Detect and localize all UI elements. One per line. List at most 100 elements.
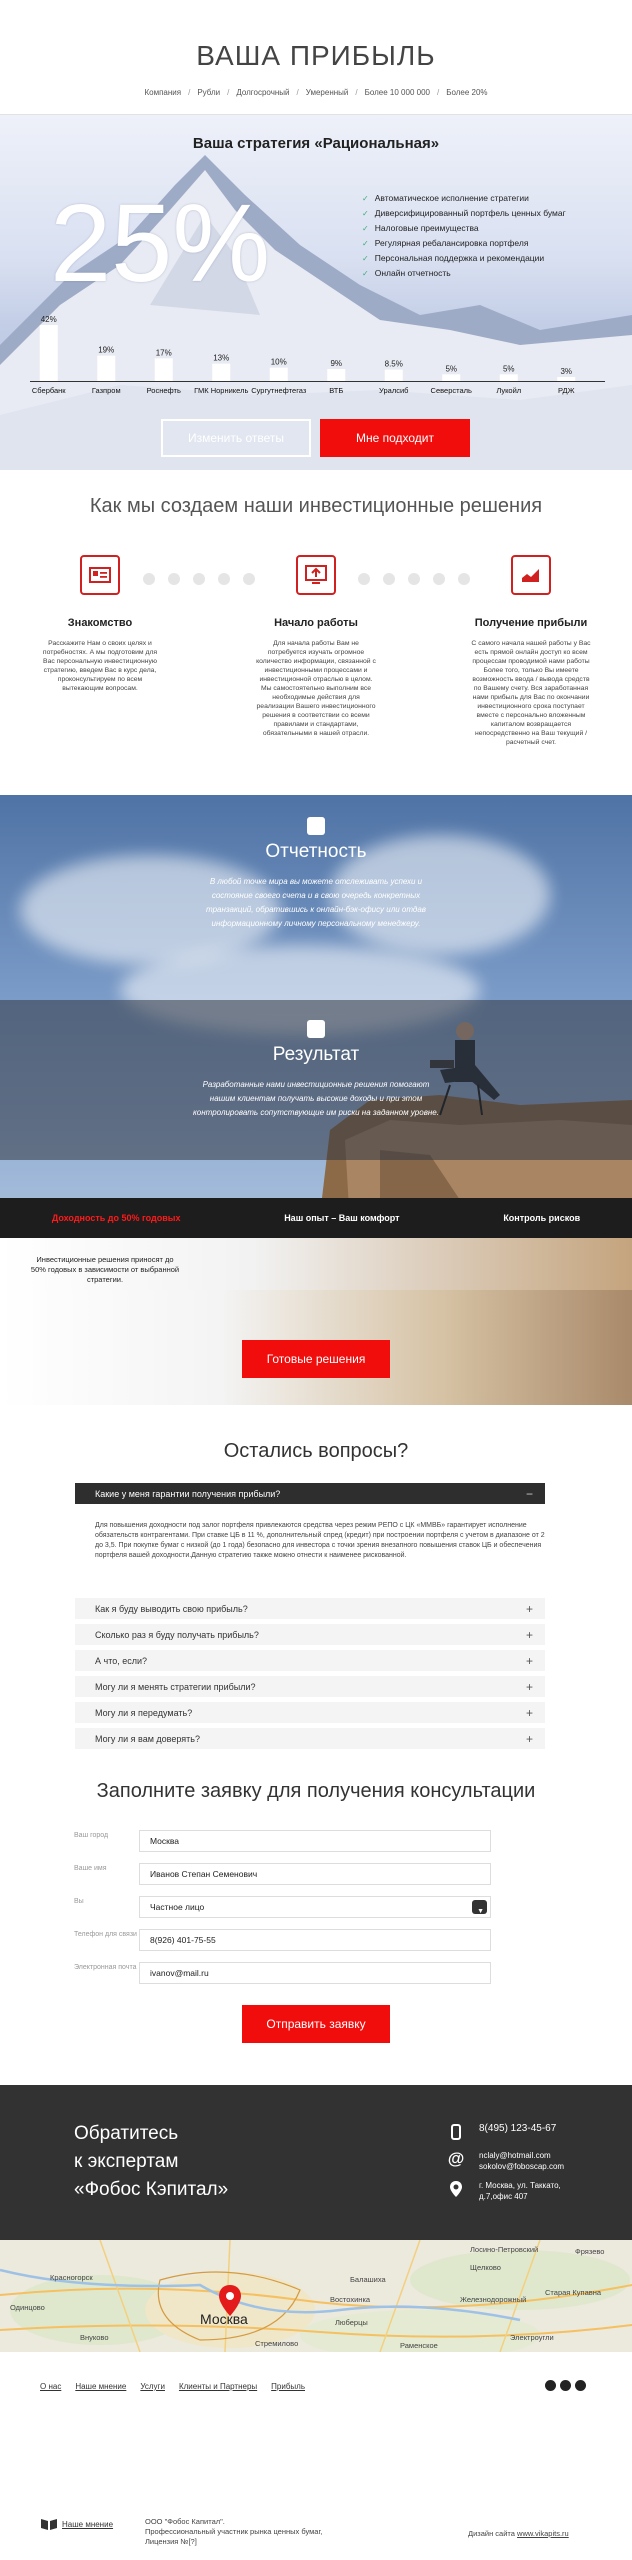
report-title: Отчетность	[265, 841, 367, 862]
vk-icon[interactable]	[575, 2380, 586, 2391]
legal-line: Профессиональный участник рынка ценных б…	[145, 2527, 323, 2536]
breadcrumb-item[interactable]: Умеренный	[306, 88, 349, 97]
developer-link[interactable]: www.vikapits.ru	[517, 2529, 569, 2538]
faq-question: Какие у меня гарантии получения прибыли?	[95, 1489, 281, 1499]
bar-value-label: 3%	[560, 367, 572, 376]
suits-me-button[interactable]: Мне подходит	[320, 419, 470, 457]
report-text: В любой точке мира вы можете отслеживать…	[206, 877, 426, 928]
footer-nav: О нас Наше мнение Услуги Клиенты и Партн…	[40, 2382, 305, 2391]
footer-link[interactable]: Наше мнение	[75, 2382, 126, 2391]
bar-value-label: 17%	[156, 348, 172, 357]
step-text: С самого начала нашей работы у Вас есть …	[471, 640, 591, 746]
map-label: Внуково	[80, 2333, 109, 2342]
faq-item[interactable]: Могу ли я менять стратегии прибыли? +	[75, 1676, 545, 1698]
phone-input[interactable]: 8(926) 401-75-55	[139, 1929, 491, 1951]
email-contact: @ nclaly@hotmail.com sokolov@foboscap.com	[447, 2149, 564, 2172]
form-row-city: Ваш город Москва	[74, 1830, 494, 1852]
footer-link[interactable]: Услуги	[140, 2382, 165, 2391]
step-profit: Получение прибыли С самого начала нашей …	[446, 555, 616, 747]
faq-item[interactable]: А что, если? +	[75, 1650, 545, 1672]
tab-risk-control[interactable]: Контроль рисков	[503, 1213, 580, 1223]
ready-solutions-section: Готовые решения	[0, 1290, 632, 1405]
phone-number[interactable]: 8(495) 123-45-67	[479, 2123, 556, 2134]
strategy-title: Ваша стратегия «Рациональная»	[192, 135, 440, 152]
chart-bar	[327, 369, 346, 381]
tab-description: Инвестиционные решения приносят до 50% г…	[30, 1255, 180, 1284]
address-line: д.7,офис 407	[479, 2192, 528, 2201]
step-title: Знакомство	[67, 617, 133, 629]
header: ВАША ПРИБЫЛЬ Компания / Рубли / Долгосрочн…	[0, 0, 632, 115]
client-type-select[interactable]: Частное лицо ▼	[139, 1896, 491, 1918]
footer-link[interactable]: Прибыль	[271, 2382, 305, 2391]
chart-axis	[30, 381, 605, 382]
footer-link[interactable]: Клиенты и Партнеры	[179, 2382, 257, 2391]
map[interactable]: Лосино-Петровский Щелково Фрязево Старая…	[0, 2240, 632, 2352]
phone-icon	[447, 2123, 465, 2141]
bar-value-label: 5%	[503, 364, 515, 373]
breadcrumb: Компания / Рубли / Долгосрочный / Умеренный…	[0, 88, 632, 97]
faq-item-open[interactable]: Какие у меня гарантии получения прибыли?…	[75, 1483, 545, 1505]
map-label: Люберцы	[335, 2318, 368, 2327]
plus-icon: +	[525, 1706, 533, 1720]
bar-value-label: 9%	[330, 359, 342, 368]
map-label: Фрязево	[575, 2247, 604, 2256]
book-icon	[41, 2519, 57, 2530]
consultation-form: Заполните заявку для получения консульта…	[0, 1760, 632, 2085]
footer-link[interactable]: О нас	[40, 2382, 61, 2391]
breadcrumb-item[interactable]: Рубли	[197, 88, 220, 97]
faq-item[interactable]: Могу ли я передумать? +	[75, 1702, 545, 1724]
map-canvas[interactable]: Лосино-Петровский Щелково Фрязево Старая…	[0, 2240, 632, 2352]
map-label: Щелково	[470, 2263, 501, 2272]
developer-prefix: Дизайн сайта	[468, 2529, 515, 2538]
separator: /	[355, 88, 358, 97]
submit-button[interactable]: Отправить заявку	[242, 2005, 390, 2043]
form-row-email: Электронная почта ivanov@mail.ru	[74, 1962, 494, 1984]
map-label: Раменское	[400, 2341, 438, 2350]
chart-bar	[212, 363, 231, 381]
document-icon	[307, 817, 325, 835]
email-input[interactable]: ivanov@mail.ru	[139, 1962, 491, 1984]
bar-category-label: Северсталь	[431, 386, 472, 395]
form-row-type: Вы Частное лицо ▼	[74, 1896, 494, 1918]
id-card-icon	[80, 555, 120, 595]
bar-value-label: 8.5%	[385, 360, 403, 369]
facebook-icon[interactable]	[545, 2380, 556, 2391]
how-we-create-section: Как мы создаем наши инвестиционные решен…	[0, 470, 632, 795]
address-contact: г. Москва, ул. Таккато, д.7,офис 407	[447, 2180, 561, 2202]
breadcrumb-item[interactable]: Более 20%	[446, 88, 487, 97]
faq-question: Могу ли я передумать?	[95, 1708, 193, 1718]
footer-logo[interactable]: Наше мнение	[40, 2517, 113, 2531]
footer: О нас Наше мнение Услуги Клиенты и Партн…	[0, 2352, 632, 2560]
logo-text: Наше мнение	[62, 2519, 114, 2529]
map-label: Одинцово	[10, 2303, 45, 2312]
breadcrumb-item[interactable]: Компания	[144, 88, 181, 97]
chart-bar	[154, 358, 173, 381]
name-input[interactable]: Иванов Степан Семенович	[139, 1863, 491, 1885]
faq-answer: Для повышения доходности под залог портф…	[95, 1522, 545, 1559]
chart-bar	[384, 369, 403, 381]
faq-item[interactable]: Могу ли я вам доверять? +	[75, 1728, 545, 1750]
plus-icon: +	[525, 1602, 533, 1616]
ready-solutions-button[interactable]: Готовые решения	[242, 1340, 390, 1378]
select-value: Частное лицо	[150, 1902, 205, 1912]
plus-icon: +	[525, 1732, 533, 1746]
breadcrumb-item[interactable]: Долгосрочный	[236, 88, 289, 97]
map-label: Востохинка	[330, 2295, 371, 2304]
email-link[interactable]: nclaly@hotmail.com	[479, 2151, 551, 2160]
hero-section: Ваша стратегия «Рациональная» 25% Автома…	[0, 115, 632, 470]
email-link[interactable]: sokolov@foboscap.com	[479, 2162, 564, 2171]
bar-value-label: 42%	[41, 315, 57, 324]
twitter-icon[interactable]	[560, 2380, 571, 2391]
city-input[interactable]: Москва	[139, 1830, 491, 1852]
map-label: Стремилово	[255, 2339, 298, 2348]
change-answers-button[interactable]: Изменить ответы	[161, 419, 311, 457]
tab-yield[interactable]: Доходность до 50% годовых	[52, 1213, 181, 1223]
breadcrumb-item[interactable]: Более 10 000 000	[365, 88, 430, 97]
separator: /	[436, 88, 440, 97]
bar-value-label: 13%	[213, 354, 229, 363]
separator: /	[188, 88, 191, 97]
faq-item[interactable]: Как я буду выводить свою прибыль? +	[75, 1598, 545, 1620]
feature-item: Автоматическое исполнение стратегии	[362, 191, 566, 206]
faq-item[interactable]: Сколько раз я буду получать прибыль? +	[75, 1624, 545, 1646]
tab-experience[interactable]: Наш опыт – Ваш комфорт	[284, 1213, 399, 1223]
